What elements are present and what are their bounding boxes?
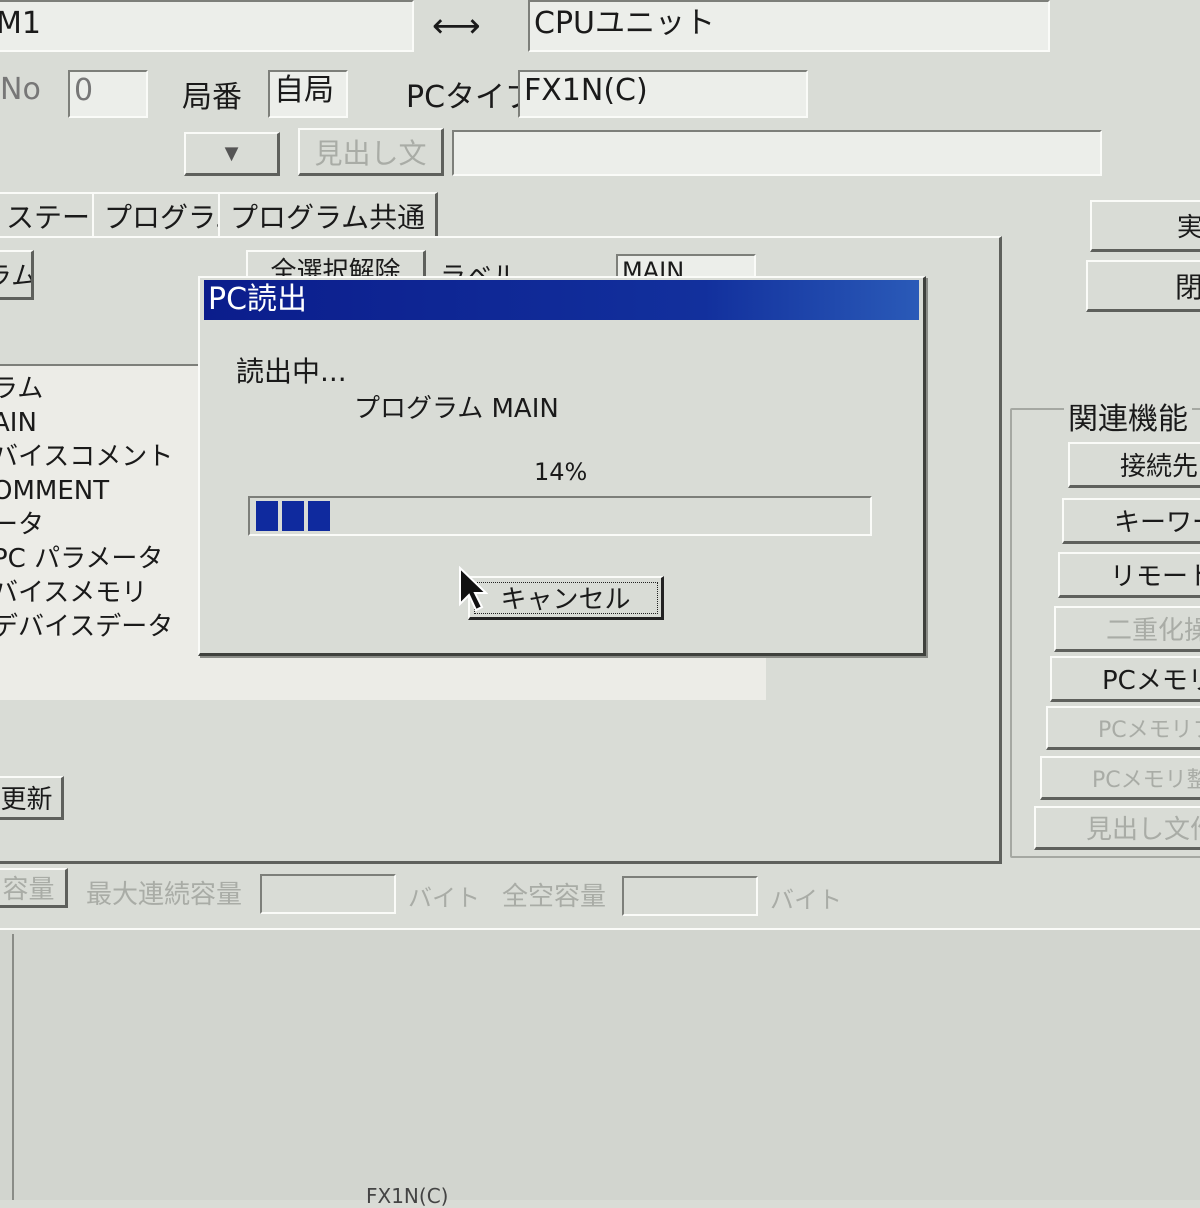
- update-button[interactable]: 更新: [0, 776, 64, 820]
- progress-block: [308, 501, 330, 531]
- no-label: No: [0, 72, 41, 107]
- max-capacity-unit: バイト: [408, 884, 480, 912]
- tab-program-common[interactable]: プログラム共通: [218, 192, 439, 238]
- pc-memory-format-button[interactable]: PCメモリフォー: [1046, 706, 1200, 750]
- pc-type-label: PCタイプ: [406, 80, 536, 115]
- total-capacity-label: 全空容量: [502, 882, 607, 912]
- heading-create-button[interactable]: 見出し文作: [1034, 806, 1200, 850]
- pc-read-dialog: PC読出 読出中... プログラム MAIN 14% キャンセル: [198, 276, 926, 656]
- remote-operation-button[interactable]: リモート操: [1058, 552, 1200, 598]
- reading-item-text: プログラム MAIN: [354, 394, 559, 424]
- close-button[interactable]: 閉: [1086, 260, 1200, 312]
- source-field: M1: [0, 0, 414, 52]
- dialog-title: PC読出: [208, 282, 308, 317]
- lower-left-pane: [0, 934, 14, 1200]
- connection-target-button[interactable]: 接続先: [1068, 442, 1200, 488]
- related-functions-title: 関連機能: [1064, 394, 1192, 438]
- max-capacity-label: 最大連続容量: [86, 880, 243, 910]
- max-capacity-field: [260, 874, 396, 914]
- progress-fill: [252, 498, 872, 534]
- cancel-button[interactable]: キャンセル: [468, 576, 664, 620]
- program-select-button[interactable]: ラム: [0, 250, 34, 300]
- station-label: 局番: [182, 80, 242, 115]
- target-unit-field: CPUユニット: [528, 0, 1050, 52]
- pc-type-field: FX1N(C): [518, 70, 808, 118]
- direction-arrow-icon: ⟷: [432, 6, 481, 46]
- reading-status-text: 読出中...: [236, 355, 347, 388]
- total-capacity-unit: バイト: [770, 886, 842, 914]
- no-field[interactable]: 0: [68, 70, 148, 118]
- capacity-button[interactable]: 容量: [0, 868, 68, 908]
- heading-field[interactable]: [452, 130, 1102, 176]
- pc-memory-arrange-button[interactable]: PCメモリ整: [1040, 756, 1200, 800]
- progress-percent-text: 14%: [534, 458, 588, 486]
- lower-pane: [0, 928, 1200, 1200]
- chevron-down-icon: ▼: [224, 143, 239, 164]
- station-field[interactable]: 自局: [268, 70, 348, 118]
- heading-button[interactable]: 見出し文: [298, 128, 444, 176]
- status-bar-text: FX1N(C): [366, 1184, 449, 1208]
- dialog-titlebar[interactable]: PC読出: [204, 280, 919, 320]
- execute-button[interactable]: 実: [1090, 200, 1200, 252]
- progress-block: [256, 501, 278, 531]
- keyword-button[interactable]: キーワード: [1062, 498, 1200, 544]
- redundant-operation-button[interactable]: 二重化操: [1054, 606, 1200, 652]
- mouse-cursor-icon: [459, 566, 488, 612]
- progress-bar: [248, 496, 872, 536]
- dropdown-button[interactable]: ▼: [184, 132, 280, 176]
- progress-block: [282, 501, 304, 531]
- total-capacity-field: [622, 876, 758, 916]
- pc-memory-clear-button[interactable]: PCメモリク: [1050, 656, 1200, 702]
